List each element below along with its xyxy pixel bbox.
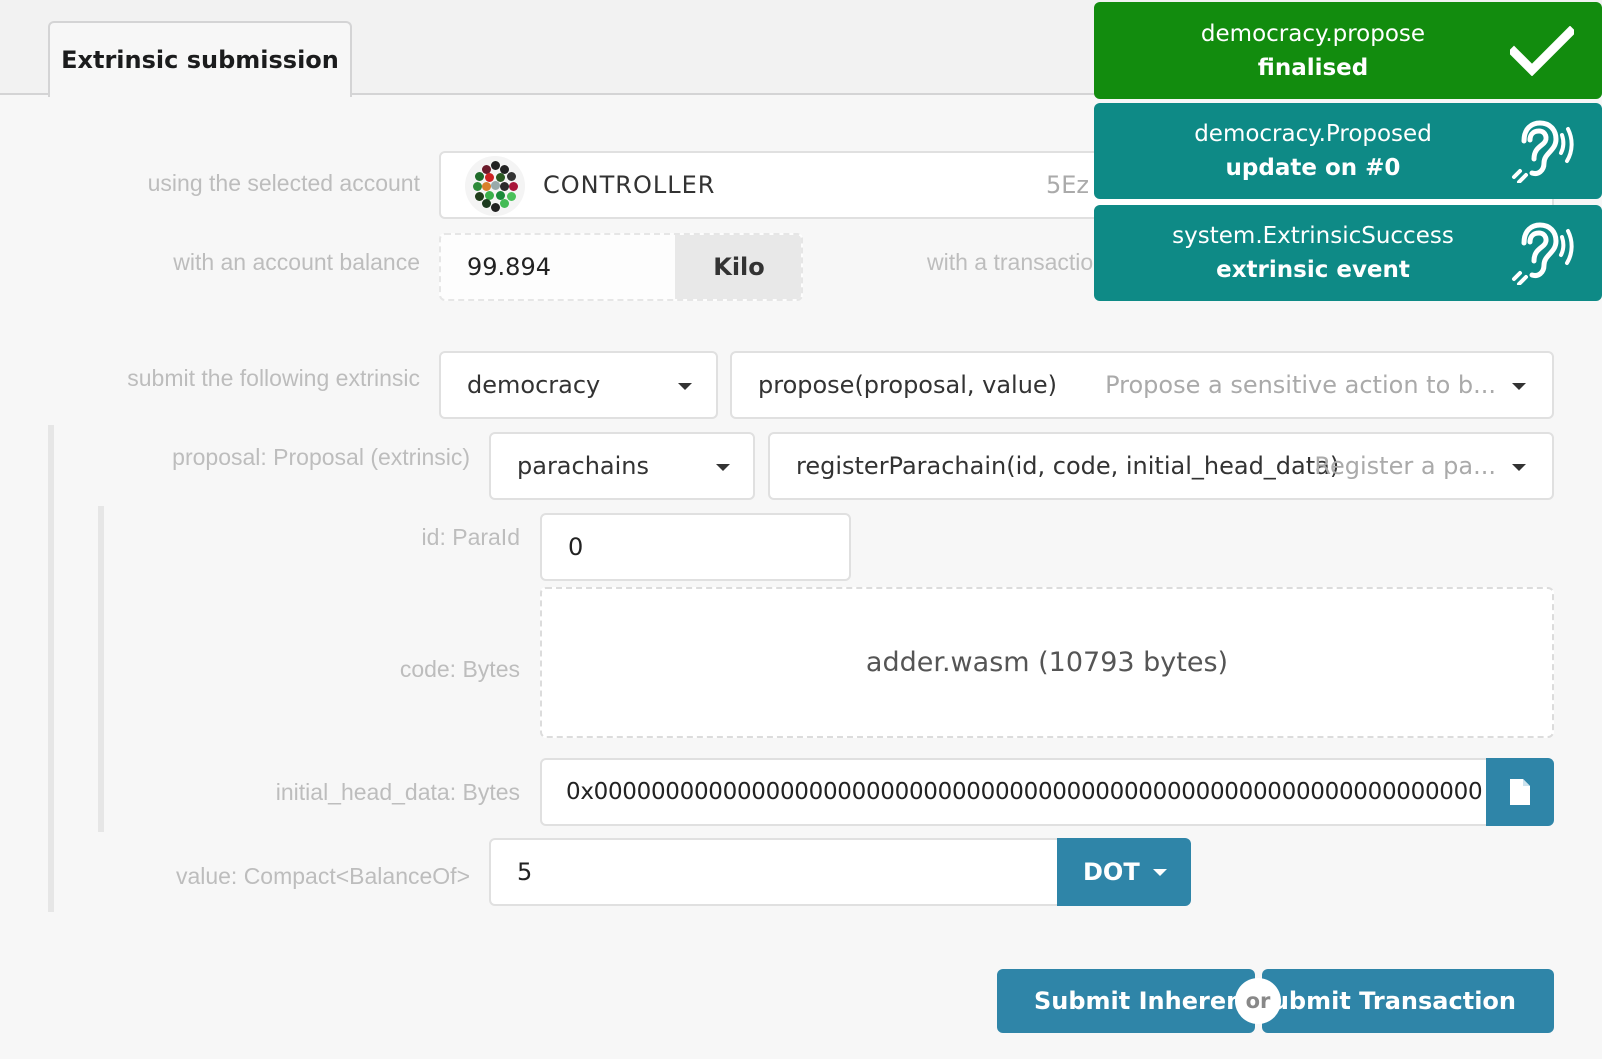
extrinsic-method-description: Propose a sensitive action to b... [1105,371,1496,399]
ear-icon [1512,120,1574,183]
extrinsic-method-dropdown[interactable]: propose(proposal, value) Propose a sensi… [730,351,1554,419]
value-amount-input[interactable]: 5 [489,838,1059,906]
account-name: CONTROLLER [543,171,716,199]
chevron-down-icon [1512,383,1526,390]
extrinsic-section-dropdown[interactable]: democracy [439,351,718,419]
param-head-label: initial_head_data: Bytes [275,779,520,805]
chevron-down-icon [1153,869,1167,876]
param-head-input[interactable]: 0x00000000000000000000000000000000000000… [540,758,1488,826]
value-label: value: Compact<BalanceOf> [175,863,470,889]
toast-status: update on #0 [1225,155,1401,181]
value-unit-dropdown[interactable]: DOT [1057,838,1191,906]
toast-title: democracy.propose [1200,20,1426,47]
tab-extrinsic-submission[interactable]: Extrinsic submission [48,21,352,97]
toast-title: democracy.Proposed [1194,121,1432,147]
chevron-down-icon [1512,464,1526,471]
toast-status: finalised [1257,54,1369,81]
balance-label: with an account balance [173,249,420,275]
balance-field: 99.894 Kilo [439,233,803,301]
extrinsic-method-value: propose(proposal, value) [758,371,1058,399]
toast-democracy-propose[interactable]: democracy.propose finalised [1094,2,1602,99]
param-id-label: id: ParaId [421,524,520,550]
proposal-method-description: Register a pa... [1314,452,1496,480]
extrinsic-label: submit the following extrinsic [127,365,420,391]
param-id-input[interactable]: 0 [540,513,851,581]
submit-transaction-button[interactable]: Submit Transaction [1255,969,1554,1033]
toast-system-extrinsic-success[interactable]: system.ExtrinsicSuccess extrinsic event [1094,205,1602,301]
proposal-section-value: parachains [517,452,650,480]
file-upload-button[interactable] [1486,758,1554,826]
proposal-label: proposal: Proposal (extrinsic) [172,444,470,470]
balance-value: 99.894 [467,253,551,281]
chevron-down-icon [678,383,692,390]
account-identicon [465,156,525,216]
toast-title: system.ExtrinsicSuccess [1172,223,1454,249]
code-file-name: adder.wasm (10793 bytes) [865,647,1229,678]
code-file-dropzone[interactable]: adder.wasm (10793 bytes) [540,587,1554,738]
checkmark-icon [1510,25,1574,76]
account-address: 5Ez [1046,171,1090,199]
indent-bar-nested [98,506,104,832]
proposal-method-value: registerParachain(id, code, initial_head… [796,452,1340,480]
fee-label: with a transactio [927,249,1094,275]
value-unit: DOT [1083,858,1140,886]
value-amount: 5 [517,858,533,886]
toast-status: extrinsic event [1216,257,1410,283]
extrinsic-section-value: democracy [467,371,601,399]
or-divider: or [1235,978,1281,1024]
param-head-value: 0x00000000000000000000000000000000000000… [566,779,1483,805]
param-id-value: 0 [568,533,584,561]
chevron-down-icon [716,464,730,471]
account-label: using the selected account [147,170,420,196]
proposal-section-dropdown[interactable]: parachains [489,432,755,500]
ear-icon [1512,222,1574,285]
file-icon [1510,779,1530,805]
param-code-label: code: Bytes [399,656,520,682]
balance-unit: Kilo [675,235,801,299]
submit-inherent-button[interactable]: Submit Inherent [997,969,1255,1033]
proposal-method-dropdown[interactable]: registerParachain(id, code, initial_head… [768,432,1554,500]
indent-bar [48,425,54,912]
toast-democracy-proposed[interactable]: democracy.Proposed update on #0 [1094,103,1602,199]
